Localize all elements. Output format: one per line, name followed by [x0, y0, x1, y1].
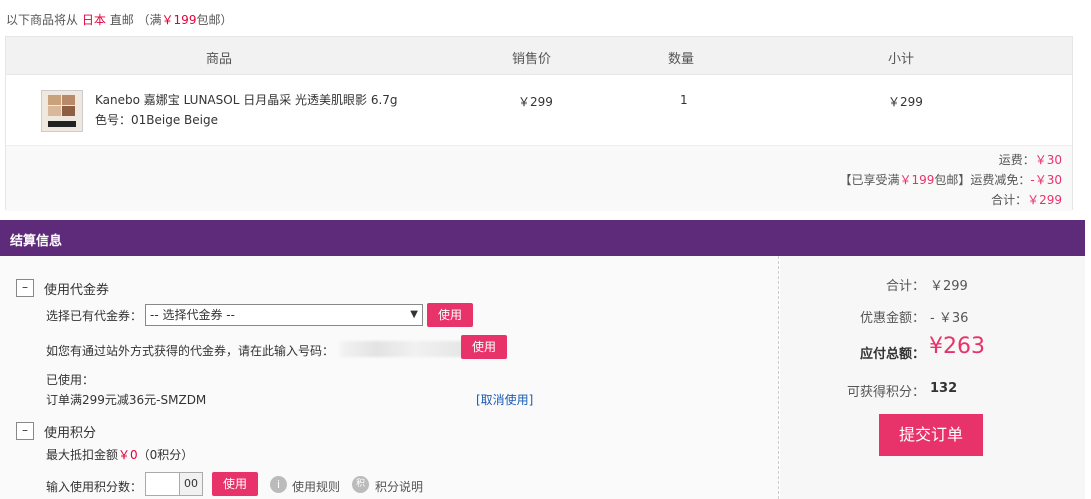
- checkout-info-bar: 结算信息: [0, 220, 1085, 256]
- header-qty: 数量: [668, 52, 695, 67]
- summary-payable-value: ¥263: [929, 334, 985, 359]
- coupon-code-use-button[interactable]: 使用: [461, 335, 507, 359]
- info-icon: i: [270, 476, 287, 493]
- section-title: 结算信息: [10, 234, 63, 249]
- product-qty: 1: [680, 93, 688, 107]
- summary-discount-label: 优惠金额：: [859, 311, 925, 326]
- discount-prefix: 【已享受满: [839, 173, 900, 187]
- submit-order-button[interactable]: 提交订单: [879, 414, 983, 456]
- product-image[interactable]: [41, 90, 83, 132]
- table-header: 商品 销售价 数量 小计: [6, 37, 1072, 75]
- dropdown-arrow-icon: ▼: [410, 309, 418, 320]
- points-input-suffix: 00: [179, 472, 203, 496]
- order-table: 商品 销售价 数量 小计 Kanebo 嘉娜宝 LUNASOL 日月晶采 光透美…: [5, 36, 1073, 211]
- points-title: 使用积分: [44, 426, 97, 441]
- shipping-fee: 运费：￥30: [999, 151, 1062, 168]
- total-value: ￥299: [1027, 193, 1062, 207]
- points-collapse-toggle[interactable]: –: [16, 422, 34, 440]
- summary-points-value: 132: [930, 381, 958, 396]
- free-amount: ￥199: [161, 13, 197, 27]
- header-product: 商品: [206, 52, 233, 67]
- ship-country: 日本: [81, 13, 106, 27]
- ship-prefix: 以下商品将从: [6, 13, 79, 27]
- coupon-code-input[interactable]: [340, 341, 464, 357]
- points-rules-link[interactable]: 使用规则: [292, 478, 340, 495]
- cancel-coupon-link[interactable]: [取消使用]: [476, 391, 533, 408]
- points-max: 最大抵扣金额￥0（0积分）: [46, 446, 193, 463]
- header-price: 销售价: [512, 52, 552, 67]
- summary-payable-label: 应付总额：: [859, 347, 925, 362]
- discount-label: 包邮】运费减免：: [934, 173, 1031, 187]
- points-info-link[interactable]: 积分说明: [375, 478, 423, 495]
- coupon-select-value: -- 选择代金券 --: [150, 308, 235, 322]
- discount-value: -￥30: [1030, 173, 1062, 187]
- used-label: 已使用：: [46, 373, 95, 387]
- product-price: ￥299: [518, 95, 553, 109]
- fee-summary: 运费：￥30 【已享受满￥199包邮】运费减免：-￥30 合计：￥299: [6, 145, 1072, 211]
- discount-amount: ￥199: [899, 173, 935, 187]
- points-icon: 积: [352, 476, 369, 493]
- free-prefix: （满: [137, 13, 162, 27]
- shipping-discount: 【已享受满￥199包邮】运费减免：-￥30: [839, 171, 1062, 188]
- discount-panel: – 使用代金券 选择已有代金券： -- 选择代金券 -- ▼ 使用 如您有通过站…: [0, 256, 779, 499]
- used-coupon: 订单满299元减36元-SMZDM: [46, 393, 207, 407]
- total-label: 合计：: [991, 193, 1028, 207]
- product-subtotal: ￥299: [888, 95, 923, 109]
- product-name[interactable]: Kanebo 嘉娜宝 LUNASOL 日月晶采 光透美肌眼影 6.7g: [95, 91, 398, 108]
- summary-points-label: 可获得积分：: [846, 385, 925, 400]
- brush-icon: [48, 121, 76, 127]
- summary-discount-value: - ￥36: [930, 311, 969, 326]
- product-color: 色号：01Beige Beige: [95, 113, 218, 127]
- points-input-label: 输入使用积分数：: [46, 480, 143, 494]
- points-max-points: （0积分）: [137, 448, 194, 462]
- header-subtotal: 小计: [888, 52, 915, 67]
- points-max-amount: ￥0: [118, 448, 138, 462]
- eyeshadow-palette-icon: [48, 95, 76, 117]
- points-use-button[interactable]: 使用: [212, 472, 258, 496]
- coupon-select[interactable]: -- 选择代金券 -- ▼: [145, 304, 423, 326]
- coupon-collapse-toggle[interactable]: –: [16, 279, 34, 297]
- summary-total-label: 合计：: [885, 279, 925, 294]
- coupon-code-prompt: 如您有通过站外方式获得的代金券，请在此输入号码：: [46, 344, 335, 358]
- coupon-select-label: 选择已有代金券：: [46, 309, 143, 323]
- coupon-use-button[interactable]: 使用: [427, 303, 473, 327]
- shipping-value: ￥30: [1034, 153, 1062, 167]
- points-input[interactable]: [145, 472, 181, 496]
- shipping-note: 以下商品将从 日本 直邮 （满￥199包邮）: [6, 11, 232, 28]
- free-suffix: 包邮）: [196, 13, 233, 27]
- points-max-label: 最大抵扣金额: [46, 448, 119, 462]
- coupon-title: 使用代金券: [44, 283, 110, 298]
- shipping-label: 运费：: [998, 153, 1035, 167]
- table-row: Kanebo 嘉娜宝 LUNASOL 日月晶采 光透美肌眼影 6.7g 色号：0…: [6, 75, 1072, 145]
- summary-total-value: ￥299: [930, 279, 968, 294]
- fee-total: 合计：￥299: [991, 191, 1062, 208]
- ship-suffix: 直邮: [109, 13, 134, 27]
